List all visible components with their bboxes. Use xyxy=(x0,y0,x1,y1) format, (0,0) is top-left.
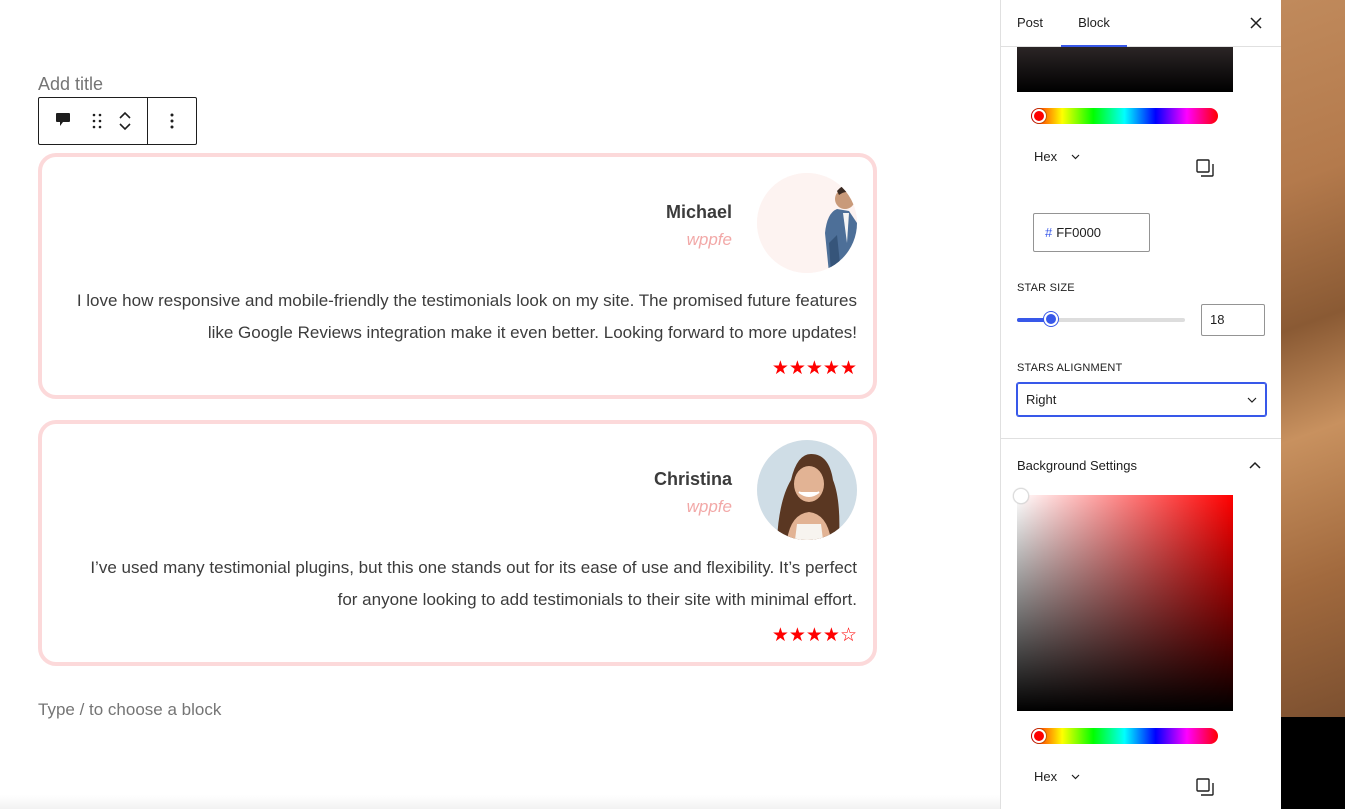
move-down-icon[interactable] xyxy=(119,123,131,131)
copy-icon[interactable] xyxy=(1195,158,1217,180)
tab-block[interactable]: Block xyxy=(1061,0,1127,47)
stars-alignment-value: Right xyxy=(1026,392,1057,407)
hex-hash: # xyxy=(1045,225,1053,240)
testimonial-quote: I’ve used many testimonial plugins, but … xyxy=(90,558,857,609)
background-color-format-select[interactable]: Hex xyxy=(1034,769,1080,784)
tab-post[interactable]: Post xyxy=(1017,0,1043,47)
sidebar-header: Post Block xyxy=(1001,0,1281,47)
avatar xyxy=(757,440,857,540)
testimonial-block-icon[interactable] xyxy=(51,101,75,141)
settings-sidebar: Post Block Hex # FF0000 STAR SIZE 18 STA… xyxy=(1000,0,1281,809)
block-mover xyxy=(119,101,131,141)
star-rating: ★★★★☆ xyxy=(771,624,857,646)
saturation-handle[interactable] xyxy=(1013,488,1029,504)
hue-handle[interactable] xyxy=(1032,729,1046,743)
chevron-down-icon xyxy=(1071,154,1080,159)
star-size-label: STAR SIZE xyxy=(1017,282,1075,294)
chevron-up-icon[interactable] xyxy=(1249,458,1261,476)
block-appender[interactable]: Type / to choose a block xyxy=(38,700,221,720)
background-settings-title[interactable]: Background Settings xyxy=(1017,458,1137,473)
star-color-hue-slider[interactable] xyxy=(1031,108,1218,124)
chevron-down-icon xyxy=(1071,774,1080,779)
copy-icon[interactable] xyxy=(1195,777,1217,799)
wood-texture-image xyxy=(1281,0,1345,717)
background-color-hue-slider[interactable] xyxy=(1031,728,1218,744)
star-color-format-select[interactable]: Hex xyxy=(1034,149,1080,164)
star-size-input[interactable]: 18 xyxy=(1201,304,1265,336)
star-color-saturation-picker[interactable] xyxy=(1017,47,1233,92)
block-toolbar xyxy=(38,97,197,145)
testimonial-name: Michael xyxy=(665,202,732,222)
star-size-slider[interactable] xyxy=(1017,312,1185,326)
testimonial-card[interactable]: Christina wppfe I’ve used many testimoni… xyxy=(38,420,877,666)
testimonial-name: Christina xyxy=(653,469,732,489)
close-icon[interactable] xyxy=(1247,14,1265,32)
panel-divider xyxy=(1001,438,1281,439)
move-up-icon[interactable] xyxy=(119,111,131,119)
avatar xyxy=(757,173,857,273)
canvas-bottom-fade xyxy=(0,795,1000,809)
drag-handle-icon[interactable] xyxy=(85,101,109,141)
testimonial-quote: I love how responsive and mobile-friendl… xyxy=(76,291,857,342)
more-options-icon[interactable] xyxy=(160,101,184,141)
hex-value: FF0000 xyxy=(1056,225,1102,240)
stars-alignment-select[interactable]: Right xyxy=(1017,383,1266,416)
post-title-placeholder[interactable]: Add title xyxy=(38,74,103,95)
block-toolbar-options-group xyxy=(148,98,196,144)
hue-handle[interactable] xyxy=(1032,109,1046,123)
color-format-label: Hex xyxy=(1034,769,1058,784)
star-color-hex-input[interactable]: # FF0000 xyxy=(1033,213,1150,252)
background-color-saturation-picker[interactable] xyxy=(1017,495,1233,711)
testimonial-role: wppfe xyxy=(686,230,732,249)
stars-alignment-label: STARS ALIGNMENT xyxy=(1017,362,1123,374)
star-rating: ★★★★★ xyxy=(771,357,857,379)
slider-thumb[interactable] xyxy=(1044,312,1058,326)
background-preview-strip xyxy=(1281,0,1345,809)
block-toolbar-main-group xyxy=(39,98,148,144)
testimonial-card[interactable]: Michael wppfe I love how responsive and … xyxy=(38,153,877,399)
editor-canvas: Add title Testimonials xyxy=(0,0,1000,809)
color-format-label: Hex xyxy=(1034,149,1058,164)
chevron-down-icon xyxy=(1247,397,1257,403)
testimonial-role: wppfe xyxy=(686,497,732,516)
